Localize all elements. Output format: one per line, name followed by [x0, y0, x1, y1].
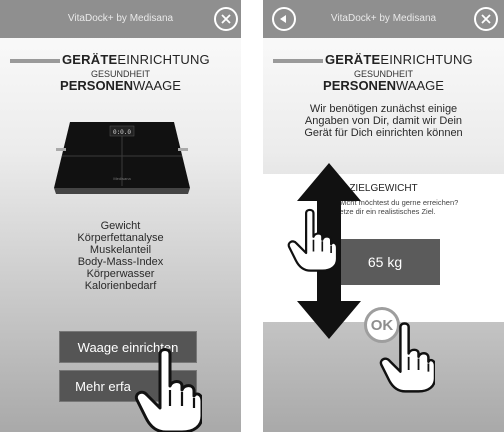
hand-pointer-icon	[379, 322, 435, 393]
heading-line-1: GERÄTEEINRICHTUNG	[325, 52, 473, 67]
scale-display: 0:0.0	[113, 129, 131, 136]
top-bar: VitaDock+ by Medisana	[263, 0, 504, 38]
goal-weight-value-label: 65 kg	[367, 254, 403, 270]
intro-line: Wir benötigen zunächst einige	[309, 103, 458, 115]
intro-line: Angaben von Dir, damit wir Dein	[304, 115, 463, 127]
scale-image: 0:0.0 Medisana	[54, 122, 190, 194]
feature-item: Kalorienbedarf	[84, 280, 157, 292]
heading-line-3: PERSONENWAAGE	[323, 78, 444, 93]
close-button[interactable]	[214, 7, 238, 31]
feature-item: Body-Mass-Index	[77, 256, 164, 268]
close-icon	[221, 14, 231, 24]
heading-accent-bar	[10, 59, 60, 63]
close-button[interactable]	[474, 7, 498, 31]
scale-brand: Medisana	[113, 176, 131, 181]
heading-line-3: PERSONENWAAGE	[60, 78, 181, 93]
feature-item: Körperwasser	[86, 268, 155, 280]
close-icon	[481, 14, 491, 24]
heading-accent-bar	[273, 59, 323, 63]
hand-pointer-icon	[287, 208, 337, 272]
back-button[interactable]	[272, 7, 296, 31]
feature-item: Körperfettanalyse	[77, 232, 164, 244]
app-title: VitaDock+ by Medisana	[330, 13, 437, 24]
learn-more-label: Mehr erfa	[75, 378, 131, 394]
setup-screen: VitaDock+ by Medisana GERÄTEEINRICHTUNG …	[0, 0, 241, 432]
top-bar: VitaDock+ by Medisana	[0, 0, 241, 38]
feature-item: Gewicht	[100, 220, 141, 232]
app-title: VitaDock+ by Medisana	[67, 13, 174, 24]
heading-line-1: GERÄTEEINRICHTUNG	[62, 52, 210, 67]
intro-text: Wir benötigen zunächst einige Angaben vo…	[263, 103, 504, 139]
feature-list: Gewicht Körperfettanalyse Muskelanteil B…	[0, 220, 241, 292]
back-icon	[280, 15, 286, 23]
hand-pointer-icon	[134, 348, 202, 432]
intro-line: Gerät für Dich einrichten können	[304, 127, 463, 139]
feature-item: Muskelanteil	[89, 244, 152, 256]
goal-weight-screen: VitaDock+ by Medisana GERÄTEEINRICHTUNG …	[263, 0, 504, 432]
